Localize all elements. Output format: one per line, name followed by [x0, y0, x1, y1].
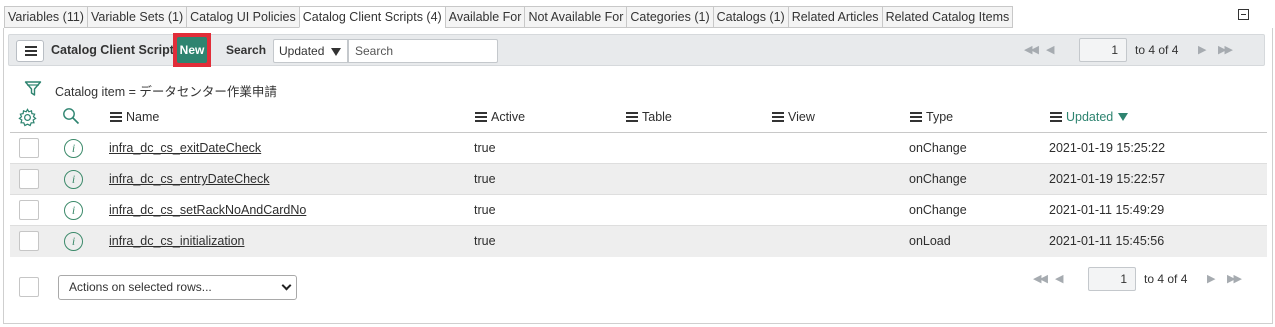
collapse-icon[interactable] [1238, 9, 1249, 20]
table-row[interactable]: i infra_dc_cs_exitDateCheck true onChang… [10, 133, 1267, 164]
cell-name[interactable]: infra_dc_cs_entryDateCheck [109, 172, 270, 186]
column-menu-icon[interactable] [1050, 112, 1062, 122]
list-context-menu-button[interactable] [16, 40, 44, 62]
prev-page-icon[interactable]: ◀ [1055, 272, 1064, 285]
last-page-icon[interactable]: ▶▶ [1227, 272, 1242, 285]
cell-type: onLoad [909, 234, 951, 248]
filter-funnel-icon[interactable] [24, 80, 42, 97]
row-checkbox[interactable] [19, 231, 39, 251]
column-menu-icon[interactable] [772, 112, 784, 122]
column-header-table[interactable]: Table [626, 110, 672, 124]
next-page-icon[interactable]: ▶ [1198, 43, 1207, 56]
page-number-input[interactable]: 1 [1088, 267, 1136, 291]
search-field-select[interactable]: Updated [273, 39, 348, 63]
select-all-checkbox[interactable] [19, 277, 39, 297]
search-input[interactable] [348, 39, 498, 63]
cell-active: true [474, 203, 496, 217]
column-header-updated[interactable]: Updated [1050, 110, 1129, 124]
caret-down-icon [331, 48, 341, 56]
actions-select[interactable]: Actions on selected rows... [58, 275, 297, 300]
first-page-icon[interactable]: ◀◀ [1033, 272, 1048, 285]
column-menu-icon[interactable] [110, 112, 122, 122]
list-toolbar: Catalog Client Scripts New Search Update… [8, 33, 1265, 67]
new-button[interactable]: New [177, 37, 207, 63]
tab-variable-sets[interactable]: Variable Sets (1) [86, 6, 187, 28]
gear-icon[interactable] [18, 108, 37, 127]
info-icon[interactable]: i [64, 232, 83, 251]
tab-available-for[interactable]: Available For [444, 6, 525, 28]
last-page-icon[interactable]: ▶▶ [1218, 43, 1233, 56]
tab-related-catalog-items[interactable]: Related Catalog Items [881, 6, 1014, 28]
next-page-icon[interactable]: ▶ [1207, 272, 1216, 285]
sort-down-icon [1118, 113, 1129, 121]
first-page-icon[interactable]: ◀◀ [1024, 43, 1039, 56]
tab-catalog-client-scripts[interactable]: Catalog Client Scripts (4) [298, 6, 445, 28]
tab-catalog-ui-policies[interactable]: Catalog UI Policies [186, 6, 299, 28]
cell-name[interactable]: infra_dc_cs_setRackNoAndCardNo [109, 203, 306, 217]
related-lists-tabs: Variables (11) Variable Sets (1) Catalog… [4, 6, 1014, 28]
pager-top: ◀◀ ◀ 1 to 4 of 4 ▶ ▶▶ [1024, 38, 1254, 62]
cell-updated: 2021-01-11 15:45:56 [1049, 234, 1165, 248]
actions-label: Actions on selected rows... [69, 280, 212, 294]
column-menu-icon[interactable] [475, 112, 487, 122]
prev-page-icon[interactable]: ◀ [1046, 43, 1055, 56]
column-header-type[interactable]: Type [910, 110, 953, 124]
tab-categories[interactable]: Categories (1) [626, 6, 713, 28]
row-checkbox[interactable] [19, 200, 39, 220]
cell-updated: 2021-01-11 15:49:29 [1049, 203, 1165, 217]
tab-catalogs[interactable]: Catalogs (1) [712, 6, 788, 28]
info-icon[interactable]: i [64, 139, 83, 158]
search-icon[interactable] [62, 107, 80, 125]
row-checkbox[interactable] [19, 169, 39, 189]
cell-type: onChange [909, 203, 967, 217]
list-title: Catalog Client Scripts [51, 43, 181, 57]
column-header-view[interactable]: View [772, 110, 815, 124]
tab-not-available-for[interactable]: Not Available For [524, 6, 627, 28]
page-range-text: to 4 of 4 [1144, 272, 1188, 286]
column-menu-icon[interactable] [626, 112, 638, 122]
table-row[interactable]: i infra_dc_cs_initialization true onLoad… [10, 226, 1267, 257]
new-button-highlight: New [173, 33, 211, 67]
table-row[interactable]: i infra_dc_cs_entryDateCheck true onChan… [10, 164, 1267, 195]
cell-active: true [474, 234, 496, 248]
tab-variables[interactable]: Variables (11) [4, 6, 87, 28]
search-field-value: Updated [279, 44, 325, 58]
cell-type: onChange [909, 172, 967, 186]
cell-updated: 2021-01-19 15:25:22 [1049, 141, 1166, 155]
cell-name[interactable]: infra_dc_cs_initialization [109, 234, 245, 248]
chevron-down-icon [281, 280, 292, 291]
info-icon[interactable]: i [64, 201, 83, 220]
pager-bottom: ◀◀ ◀ 1 to 4 of 4 ▶ ▶▶ [1033, 267, 1263, 291]
cell-updated: 2021-01-19 15:22:57 [1049, 172, 1166, 186]
page-number-input[interactable]: 1 [1079, 38, 1127, 62]
filter-breadcrumb[interactable]: Catalog item = データセンター作業申請 [55, 81, 277, 100]
row-checkbox[interactable] [19, 138, 39, 158]
cell-name[interactable]: infra_dc_cs_exitDateCheck [109, 141, 261, 155]
search-label: Search [226, 43, 267, 57]
page-range-text: to 4 of 4 [1135, 43, 1179, 57]
table-row[interactable]: i infra_dc_cs_setRackNoAndCardNo true on… [10, 195, 1267, 226]
column-header-name[interactable]: Name [110, 110, 159, 124]
column-menu-icon[interactable] [910, 112, 922, 122]
cell-type: onChange [909, 141, 967, 155]
tab-related-articles[interactable]: Related Articles [787, 6, 882, 28]
cell-active: true [474, 141, 496, 155]
column-header-active[interactable]: Active [475, 110, 525, 124]
info-icon[interactable]: i [64, 170, 83, 189]
cell-active: true [474, 172, 496, 186]
